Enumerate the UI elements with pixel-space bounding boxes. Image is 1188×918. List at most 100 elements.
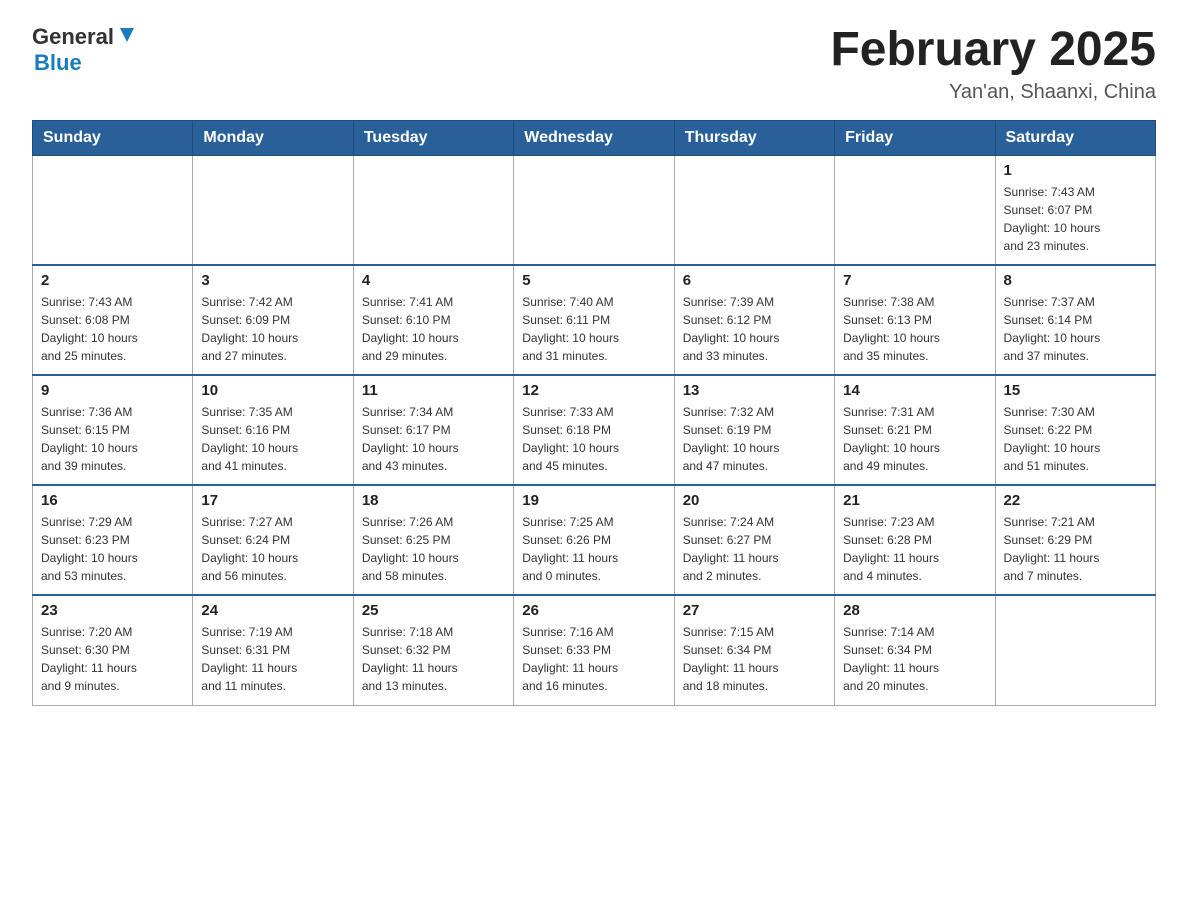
day-number: 16 bbox=[41, 492, 184, 509]
calendar-table: SundayMondayTuesdayWednesdayThursdayFrid… bbox=[32, 120, 1156, 706]
day-info: Sunrise: 7:19 AM Sunset: 6:31 PM Dayligh… bbox=[201, 623, 344, 695]
day-info: Sunrise: 7:23 AM Sunset: 6:28 PM Dayligh… bbox=[843, 513, 986, 585]
day-info: Sunrise: 7:38 AM Sunset: 6:13 PM Dayligh… bbox=[843, 293, 986, 365]
day-info: Sunrise: 7:35 AM Sunset: 6:16 PM Dayligh… bbox=[201, 403, 344, 475]
weekday-header-wednesday: Wednesday bbox=[514, 120, 674, 155]
month-title: February 2025 bbox=[830, 24, 1156, 77]
day-number: 10 bbox=[201, 382, 344, 399]
day-info: Sunrise: 7:29 AM Sunset: 6:23 PM Dayligh… bbox=[41, 513, 184, 585]
calendar-cell: 1 Sunrise: 7:43 AM Sunset: 6:07 PM Daylig… bbox=[995, 155, 1155, 265]
day-number: 26 bbox=[522, 602, 665, 619]
day-info: Sunrise: 7:30 AM Sunset: 6:22 PM Dayligh… bbox=[1004, 403, 1147, 475]
calendar-cell: 23 Sunrise: 7:20 AM Sunset: 6:30 PM Dayli… bbox=[33, 595, 193, 705]
day-number: 1 bbox=[1004, 162, 1147, 179]
day-info: Sunrise: 7:20 AM Sunset: 6:30 PM Dayligh… bbox=[41, 623, 184, 695]
calendar-cell: 8Sunrise: 7:37 AM Sunset: 6:14 PM Daylig… bbox=[995, 265, 1155, 375]
day-number: 4 bbox=[362, 272, 505, 289]
day-number: 23 bbox=[41, 602, 184, 619]
calendar-cell: 4 Sunrise: 7:41 AM Sunset: 6:10 PM Daylig… bbox=[353, 265, 513, 375]
day-number: 28 bbox=[843, 602, 986, 619]
calendar-cell bbox=[995, 595, 1155, 705]
day-info: Sunrise: 7:36 AM Sunset: 6:15 PM Dayligh… bbox=[41, 403, 184, 475]
day-number: 14 bbox=[843, 382, 986, 399]
page-header: General Blue February 2025 Yan'an, Shaan… bbox=[32, 24, 1156, 104]
calendar-cell: 15 Sunrise: 7:30 AM Sunset: 6:22 PM Dayli… bbox=[995, 375, 1155, 485]
day-number: 5 bbox=[522, 272, 665, 289]
day-info: Sunrise: 7:42 AM Sunset: 6:09 PM Dayligh… bbox=[201, 293, 344, 365]
day-number: 9 bbox=[41, 382, 184, 399]
calendar-cell: 2Sunrise: 7:43 AM Sunset: 6:08 PM Daylig… bbox=[33, 265, 193, 375]
day-number: 20 bbox=[683, 492, 826, 509]
day-info: Sunrise: 7:40 AM Sunset: 6:11 PM Dayligh… bbox=[522, 293, 665, 365]
calendar-cell bbox=[33, 155, 193, 265]
calendar-week-row: 23 Sunrise: 7:20 AM Sunset: 6:30 PM Dayli… bbox=[33, 595, 1156, 705]
calendar-week-row: 1 Sunrise: 7:43 AM Sunset: 6:07 PM Daylig… bbox=[33, 155, 1156, 265]
calendar-cell: 11Sunrise: 7:34 AM Sunset: 6:17 PM Dayli… bbox=[353, 375, 513, 485]
day-info: Sunrise: 7:16 AM Sunset: 6:33 PM Dayligh… bbox=[522, 623, 665, 695]
day-number: 19 bbox=[522, 492, 665, 509]
day-info: Sunrise: 7:39 AM Sunset: 6:12 PM Dayligh… bbox=[683, 293, 826, 365]
weekday-header-sunday: Sunday bbox=[33, 120, 193, 155]
day-info: Sunrise: 7:24 AM Sunset: 6:27 PM Dayligh… bbox=[683, 513, 826, 585]
day-number: 6 bbox=[683, 272, 826, 289]
weekday-header-row: SundayMondayTuesdayWednesdayThursdayFrid… bbox=[33, 120, 1156, 155]
day-info: Sunrise: 7:15 AM Sunset: 6:34 PM Dayligh… bbox=[683, 623, 826, 695]
calendar-cell: 22 Sunrise: 7:21 AM Sunset: 6:29 PM Dayli… bbox=[995, 485, 1155, 595]
day-number: 12 bbox=[522, 382, 665, 399]
day-info: Sunrise: 7:18 AM Sunset: 6:32 PM Dayligh… bbox=[362, 623, 505, 695]
calendar-cell: 16 Sunrise: 7:29 AM Sunset: 6:23 PM Dayli… bbox=[33, 485, 193, 595]
day-number: 27 bbox=[683, 602, 826, 619]
day-info: Sunrise: 7:43 AM Sunset: 6:08 PM Dayligh… bbox=[41, 293, 184, 365]
weekday-header-thursday: Thursday bbox=[674, 120, 834, 155]
calendar-cell: 5 Sunrise: 7:40 AM Sunset: 6:11 PM Daylig… bbox=[514, 265, 674, 375]
day-number: 3 bbox=[201, 272, 344, 289]
day-info: Sunrise: 7:41 AM Sunset: 6:10 PM Dayligh… bbox=[362, 293, 505, 365]
day-number: 24 bbox=[201, 602, 344, 619]
calendar-cell: 12 Sunrise: 7:33 AM Sunset: 6:18 PM Dayli… bbox=[514, 375, 674, 485]
weekday-header-tuesday: Tuesday bbox=[353, 120, 513, 155]
calendar-cell: 7 Sunrise: 7:38 AM Sunset: 6:13 PM Daylig… bbox=[835, 265, 995, 375]
calendar-cell: 3 Sunrise: 7:42 AM Sunset: 6:09 PM Daylig… bbox=[193, 265, 353, 375]
calendar-week-row: 9 Sunrise: 7:36 AM Sunset: 6:15 PM Daylig… bbox=[33, 375, 1156, 485]
day-number: 17 bbox=[201, 492, 344, 509]
calendar-cell: 19 Sunrise: 7:25 AM Sunset: 6:26 PM Dayli… bbox=[514, 485, 674, 595]
calendar-cell: 27 Sunrise: 7:15 AM Sunset: 6:34 PM Dayli… bbox=[674, 595, 834, 705]
logo-general: General bbox=[32, 24, 114, 50]
logo: General Blue bbox=[32, 24, 138, 76]
day-info: Sunrise: 7:31 AM Sunset: 6:21 PM Dayligh… bbox=[843, 403, 986, 475]
logo-blue: Blue bbox=[34, 50, 138, 76]
calendar-cell bbox=[193, 155, 353, 265]
day-number: 13 bbox=[683, 382, 826, 399]
day-info: Sunrise: 7:27 AM Sunset: 6:24 PM Dayligh… bbox=[201, 513, 344, 585]
title-block: February 2025 Yan'an, Shaanxi, China bbox=[830, 24, 1156, 104]
calendar-cell: 20 Sunrise: 7:24 AM Sunset: 6:27 PM Dayli… bbox=[674, 485, 834, 595]
calendar-cell bbox=[353, 155, 513, 265]
calendar-cell: 14 Sunrise: 7:31 AM Sunset: 6:21 PM Dayli… bbox=[835, 375, 995, 485]
calendar-cell: 10 Sunrise: 7:35 AM Sunset: 6:16 PM Dayli… bbox=[193, 375, 353, 485]
weekday-header-friday: Friday bbox=[835, 120, 995, 155]
day-number: 21 bbox=[843, 492, 986, 509]
calendar-cell: 13 Sunrise: 7:32 AM Sunset: 6:19 PM Dayli… bbox=[674, 375, 834, 485]
day-info: Sunrise: 7:21 AM Sunset: 6:29 PM Dayligh… bbox=[1004, 513, 1147, 585]
calendar-cell: 18 Sunrise: 7:26 AM Sunset: 6:25 PM Dayli… bbox=[353, 485, 513, 595]
day-info: Sunrise: 7:26 AM Sunset: 6:25 PM Dayligh… bbox=[362, 513, 505, 585]
weekday-header-monday: Monday bbox=[193, 120, 353, 155]
day-info: Sunrise: 7:33 AM Sunset: 6:18 PM Dayligh… bbox=[522, 403, 665, 475]
day-number: 15 bbox=[1004, 382, 1147, 399]
calendar-cell: 6 Sunrise: 7:39 AM Sunset: 6:12 PM Daylig… bbox=[674, 265, 834, 375]
day-info: Sunrise: 7:32 AM Sunset: 6:19 PM Dayligh… bbox=[683, 403, 826, 475]
calendar-cell: 25 Sunrise: 7:18 AM Sunset: 6:32 PM Dayli… bbox=[353, 595, 513, 705]
day-info: Sunrise: 7:25 AM Sunset: 6:26 PM Dayligh… bbox=[522, 513, 665, 585]
day-number: 18 bbox=[362, 492, 505, 509]
calendar-week-row: 2Sunrise: 7:43 AM Sunset: 6:08 PM Daylig… bbox=[33, 265, 1156, 375]
calendar-cell bbox=[835, 155, 995, 265]
calendar-cell: 28Sunrise: 7:14 AM Sunset: 6:34 PM Dayli… bbox=[835, 595, 995, 705]
day-number: 11 bbox=[362, 382, 505, 399]
calendar-week-row: 16 Sunrise: 7:29 AM Sunset: 6:23 PM Dayli… bbox=[33, 485, 1156, 595]
day-info: Sunrise: 7:43 AM Sunset: 6:07 PM Dayligh… bbox=[1004, 183, 1147, 255]
day-number: 25 bbox=[362, 602, 505, 619]
day-number: 22 bbox=[1004, 492, 1147, 509]
day-info: Sunrise: 7:37 AM Sunset: 6:14 PM Dayligh… bbox=[1004, 293, 1147, 365]
calendar-cell bbox=[514, 155, 674, 265]
day-number: 7 bbox=[843, 272, 986, 289]
